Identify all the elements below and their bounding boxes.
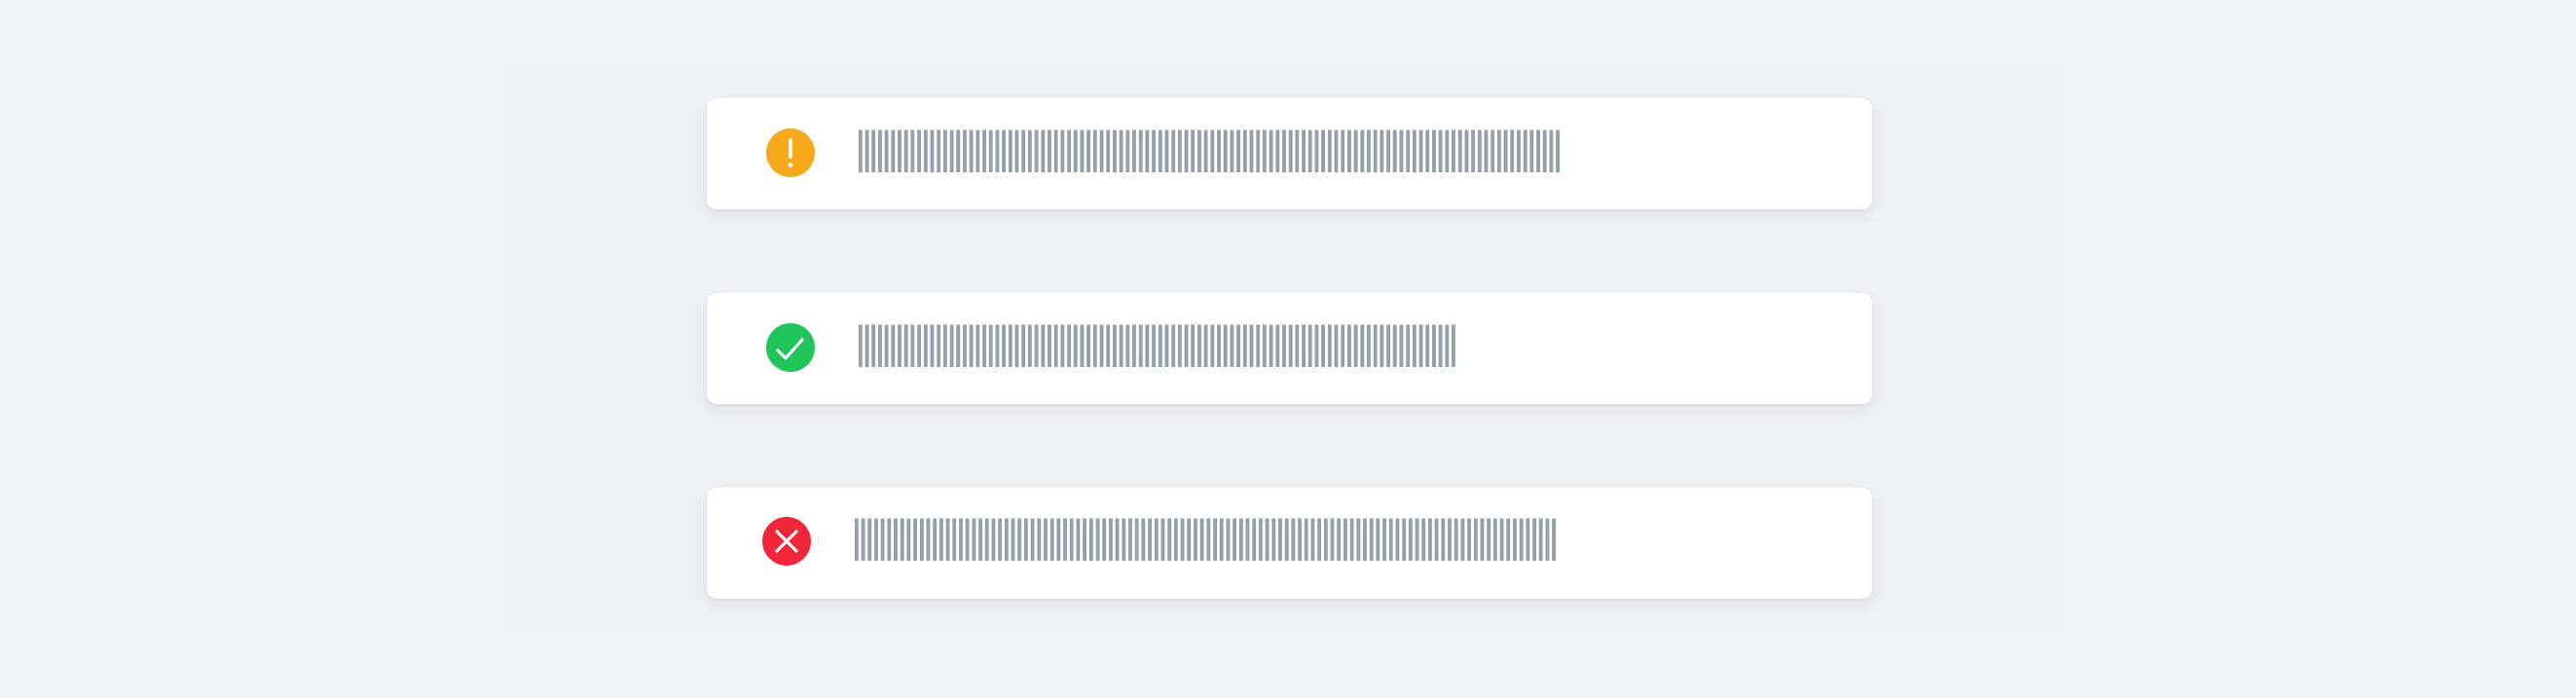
error-alert: ||||||||||||||||||||||||||||||||||||||||… (707, 488, 1872, 599)
warning-alert: ||||||||||||||||||||||||||||||||||||||||… (707, 98, 1872, 209)
check-circle-icon (765, 322, 816, 373)
warning-icon (765, 128, 816, 178)
success-alert: ||||||||||||||||||||||||||||||||||||||||… (707, 293, 1872, 404)
alert-message: ||||||||||||||||||||||||||||||||||||||||… (847, 320, 1464, 367)
error-circle-icon (761, 516, 812, 567)
alert-message: ||||||||||||||||||||||||||||||||||||||||… (847, 126, 1562, 172)
alert-message: ||||||||||||||||||||||||||||||||||||||||… (843, 514, 1558, 561)
